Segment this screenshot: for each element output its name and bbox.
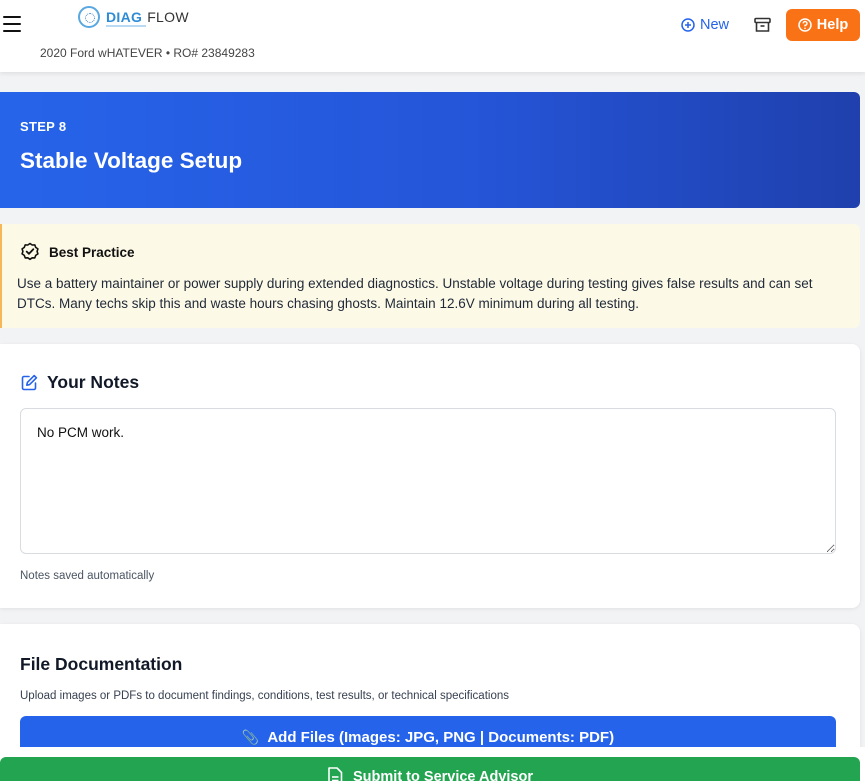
step-number: STEP 8 <box>20 119 67 134</box>
help-button-label: Help <box>816 17 849 33</box>
notes-card: Your Notes Notes saved automatically <box>0 344 860 608</box>
logo-tagline <box>106 25 146 27</box>
submit-to-service-advisor-button[interactable]: Submit to Service Advisor <box>0 757 860 781</box>
help-button[interactable]: Help <box>786 9 860 41</box>
step-banner: STEP 8 Stable Voltage Setup <box>0 92 860 208</box>
hamburger-menu-icon[interactable] <box>3 16 21 32</box>
best-practice-heading: Best Practice <box>49 244 135 260</box>
file-documentation-title: File Documentation <box>20 654 183 674</box>
notes-header: Your Notes <box>21 372 139 393</box>
paperclip-icon: 📎 <box>241 728 260 745</box>
notes-title: Your Notes <box>47 372 140 392</box>
logo-mark-icon <box>78 6 100 28</box>
add-files-label: Add Files (Images: JPG, PNG | Documents:… <box>267 728 615 746</box>
vehicle-info: 2020 Ford wHATEVER • RO# 23849283 <box>40 46 255 60</box>
logo-diag-text: DIAG <box>106 9 143 25</box>
step-title: Stable Voltage Setup <box>20 148 243 173</box>
help-circle-icon <box>798 18 812 32</box>
new-button[interactable]: New <box>681 14 729 36</box>
archive-button[interactable] <box>752 14 772 36</box>
best-practice-body: Use a battery maintainer or power supply… <box>17 276 813 311</box>
edit-icon <box>21 374 38 391</box>
app-logo[interactable]: DIAG FLOW <box>78 4 189 30</box>
submit-bar: Submit to Service Advisor <box>0 747 865 781</box>
notes-autosave-hint: Notes saved automatically <box>20 570 155 582</box>
notes-textarea[interactable] <box>20 408 836 554</box>
plus-circle-icon <box>681 18 695 32</box>
new-button-label: New <box>700 17 730 33</box>
logo-flow-text: FLOW <box>147 9 189 25</box>
check-badge-icon <box>21 242 39 261</box>
document-icon <box>328 767 343 781</box>
best-practice-header: Best Practice <box>20 242 135 262</box>
top-header: DIAG FLOW 2020 Ford wHATEVER • RO# 23849… <box>0 0 865 72</box>
submit-button-label: Submit to Service Advisor <box>353 769 533 781</box>
best-practice-callout: Best Practice Use a battery maintainer o… <box>0 224 860 328</box>
archive-icon <box>753 17 771 32</box>
file-documentation-description: Upload images or PDFs to document findin… <box>20 690 509 702</box>
